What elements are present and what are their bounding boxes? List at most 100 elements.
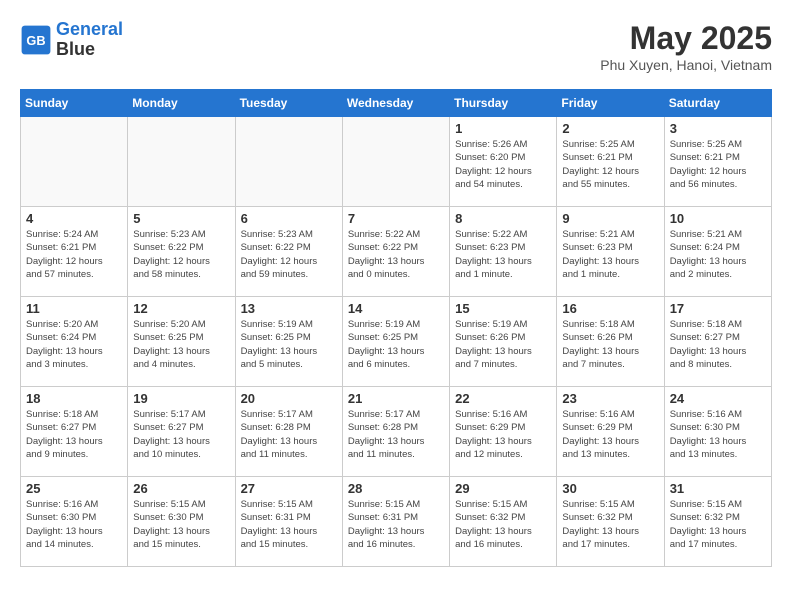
day-number: 14: [348, 301, 444, 316]
calendar-cell: 12Sunrise: 5:20 AM Sunset: 6:25 PM Dayli…: [128, 297, 235, 387]
title-block: May 2025 Phu Xuyen, Hanoi, Vietnam: [600, 20, 772, 73]
day-info: Sunrise: 5:18 AM Sunset: 6:26 PM Dayligh…: [562, 318, 658, 371]
day-number: 23: [562, 391, 658, 406]
calendar-cell: [21, 117, 128, 207]
day-info: Sunrise: 5:16 AM Sunset: 6:29 PM Dayligh…: [562, 408, 658, 461]
day-number: 2: [562, 121, 658, 136]
day-number: 29: [455, 481, 551, 496]
calendar-cell: 20Sunrise: 5:17 AM Sunset: 6:28 PM Dayli…: [235, 387, 342, 477]
calendar-cell: 22 Sunrise: 5:16 AM Sunset: 6:29 PM Dayli…: [450, 387, 557, 477]
calendar-cell: 14 Sunrise: 5:19 AM Sunset: 6:25 PM Dayli…: [342, 297, 449, 387]
svg-text:GB: GB: [26, 33, 45, 48]
logo: GB General Blue: [20, 20, 123, 60]
calendar-cell: 17 Sunrise: 5:18 AM Sunset: 6:27 PM Dayli…: [664, 297, 771, 387]
week-row-2: 4 Sunrise: 5:24 AM Sunset: 6:21 PM Daylig…: [21, 207, 772, 297]
day-info: Sunrise: 5:19 AM Sunset: 6:25 PM Dayligh…: [241, 318, 337, 371]
calendar-cell: [128, 117, 235, 207]
weekday-header-friday: Friday: [557, 90, 664, 117]
calendar-cell: 21 Sunrise: 5:17 AM Sunset: 6:28 PM Dayli…: [342, 387, 449, 477]
calendar-cell: 13 Sunrise: 5:19 AM Sunset: 6:25 PM Dayli…: [235, 297, 342, 387]
day-number: 17: [670, 301, 766, 316]
calendar-cell: 5 Sunrise: 5:23 AM Sunset: 6:22 PM Daylig…: [128, 207, 235, 297]
day-info: Sunrise: 5:18 AM Sunset: 6:27 PM Dayligh…: [26, 408, 122, 461]
day-number: 25: [26, 481, 122, 496]
day-number: 4: [26, 211, 122, 226]
weekday-header-sunday: Sunday: [21, 90, 128, 117]
weekday-header-row: SundayMondayTuesdayWednesdayThursdayFrid…: [21, 90, 772, 117]
calendar-cell: 6 Sunrise: 5:23 AM Sunset: 6:22 PM Daylig…: [235, 207, 342, 297]
day-number: 10: [670, 211, 766, 226]
day-number: 18: [26, 391, 122, 406]
calendar-cell: [235, 117, 342, 207]
day-number: 19: [133, 391, 229, 406]
calendar-cell: 15 Sunrise: 5:19 AM Sunset: 6:26 PM Dayli…: [450, 297, 557, 387]
day-info: Sunrise: 5:17 AM Sunset: 6:28 PM Dayligh…: [348, 408, 444, 461]
day-info: Sunrise: 5:16 AM Sunset: 6:30 PM Dayligh…: [26, 498, 122, 551]
day-info: Sunrise: 5:19 AM Sunset: 6:26 PM Dayligh…: [455, 318, 551, 371]
logo-line1: General: [56, 19, 123, 39]
week-row-3: 11 Sunrise: 5:20 AM Sunset: 6:24 PM Dayli…: [21, 297, 772, 387]
month-title: May 2025: [600, 20, 772, 57]
page-header: GB General Blue May 2025 Phu Xuyen, Hano…: [20, 20, 772, 73]
day-info: Sunrise: 5:21 AM Sunset: 6:23 PM Dayligh…: [562, 228, 658, 281]
calendar-cell: 1 Sunrise: 5:26 AM Sunset: 6:20 PM Daylig…: [450, 117, 557, 207]
weekday-header-thursday: Thursday: [450, 90, 557, 117]
day-number: 26: [133, 481, 229, 496]
day-number: 22: [455, 391, 551, 406]
day-info: Sunrise: 5:16 AM Sunset: 6:30 PM Dayligh…: [670, 408, 766, 461]
week-row-1: 1 Sunrise: 5:26 AM Sunset: 6:20 PM Daylig…: [21, 117, 772, 207]
calendar-cell: 28Sunrise: 5:15 AM Sunset: 6:31 PM Dayli…: [342, 477, 449, 567]
calendar-cell: 26Sunrise: 5:15 AM Sunset: 6:30 PM Dayli…: [128, 477, 235, 567]
day-number: 27: [241, 481, 337, 496]
logo-icon: GB: [20, 24, 52, 56]
day-info: Sunrise: 5:24 AM Sunset: 6:21 PM Dayligh…: [26, 228, 122, 281]
day-info: Sunrise: 5:20 AM Sunset: 6:24 PM Dayligh…: [26, 318, 122, 371]
day-info: Sunrise: 5:15 AM Sunset: 6:32 PM Dayligh…: [562, 498, 658, 551]
day-info: Sunrise: 5:15 AM Sunset: 6:31 PM Dayligh…: [241, 498, 337, 551]
day-number: 5: [133, 211, 229, 226]
calendar-cell: 10Sunrise: 5:21 AM Sunset: 6:24 PM Dayli…: [664, 207, 771, 297]
calendar-cell: 23 Sunrise: 5:16 AM Sunset: 6:29 PM Dayli…: [557, 387, 664, 477]
weekday-header-tuesday: Tuesday: [235, 90, 342, 117]
day-info: Sunrise: 5:23 AM Sunset: 6:22 PM Dayligh…: [241, 228, 337, 281]
day-info: Sunrise: 5:15 AM Sunset: 6:32 PM Dayligh…: [670, 498, 766, 551]
calendar-cell: 27 Sunrise: 5:15 AM Sunset: 6:31 PM Dayli…: [235, 477, 342, 567]
calendar-cell: [342, 117, 449, 207]
day-number: 7: [348, 211, 444, 226]
day-info: Sunrise: 5:15 AM Sunset: 6:32 PM Dayligh…: [455, 498, 551, 551]
day-number: 6: [241, 211, 337, 226]
calendar-cell: 3Sunrise: 5:25 AM Sunset: 6:21 PM Daylig…: [664, 117, 771, 207]
day-info: Sunrise: 5:19 AM Sunset: 6:25 PM Dayligh…: [348, 318, 444, 371]
day-number: 15: [455, 301, 551, 316]
day-number: 21: [348, 391, 444, 406]
day-number: 9: [562, 211, 658, 226]
day-number: 8: [455, 211, 551, 226]
calendar-cell: 16Sunrise: 5:18 AM Sunset: 6:26 PM Dayli…: [557, 297, 664, 387]
day-number: 31: [670, 481, 766, 496]
calendar-cell: 9 Sunrise: 5:21 AM Sunset: 6:23 PM Daylig…: [557, 207, 664, 297]
weekday-header-wednesday: Wednesday: [342, 90, 449, 117]
day-number: 11: [26, 301, 122, 316]
logo-line2: Blue: [56, 40, 123, 60]
day-info: Sunrise: 5:26 AM Sunset: 6:20 PM Dayligh…: [455, 138, 551, 191]
calendar-cell: 31 Sunrise: 5:15 AM Sunset: 6:32 PM Dayli…: [664, 477, 771, 567]
calendar-cell: 25 Sunrise: 5:16 AM Sunset: 6:30 PM Dayli…: [21, 477, 128, 567]
day-number: 28: [348, 481, 444, 496]
day-number: 3: [670, 121, 766, 136]
calendar-cell: 29 Sunrise: 5:15 AM Sunset: 6:32 PM Dayli…: [450, 477, 557, 567]
day-info: Sunrise: 5:16 AM Sunset: 6:29 PM Dayligh…: [455, 408, 551, 461]
day-number: 1: [455, 121, 551, 136]
calendar-cell: 11 Sunrise: 5:20 AM Sunset: 6:24 PM Dayli…: [21, 297, 128, 387]
day-info: Sunrise: 5:23 AM Sunset: 6:22 PM Dayligh…: [133, 228, 229, 281]
day-number: 13: [241, 301, 337, 316]
calendar-cell: 2Sunrise: 5:25 AM Sunset: 6:21 PM Daylig…: [557, 117, 664, 207]
calendar-cell: 18 Sunrise: 5:18 AM Sunset: 6:27 PM Dayli…: [21, 387, 128, 477]
calendar-cell: 4 Sunrise: 5:24 AM Sunset: 6:21 PM Daylig…: [21, 207, 128, 297]
calendar-table: SundayMondayTuesdayWednesdayThursdayFrid…: [20, 89, 772, 567]
day-info: Sunrise: 5:20 AM Sunset: 6:25 PM Dayligh…: [133, 318, 229, 371]
weekday-header-monday: Monday: [128, 90, 235, 117]
location-subtitle: Phu Xuyen, Hanoi, Vietnam: [600, 57, 772, 73]
calendar-cell: 19Sunrise: 5:17 AM Sunset: 6:27 PM Dayli…: [128, 387, 235, 477]
day-info: Sunrise: 5:18 AM Sunset: 6:27 PM Dayligh…: [670, 318, 766, 371]
day-number: 24: [670, 391, 766, 406]
